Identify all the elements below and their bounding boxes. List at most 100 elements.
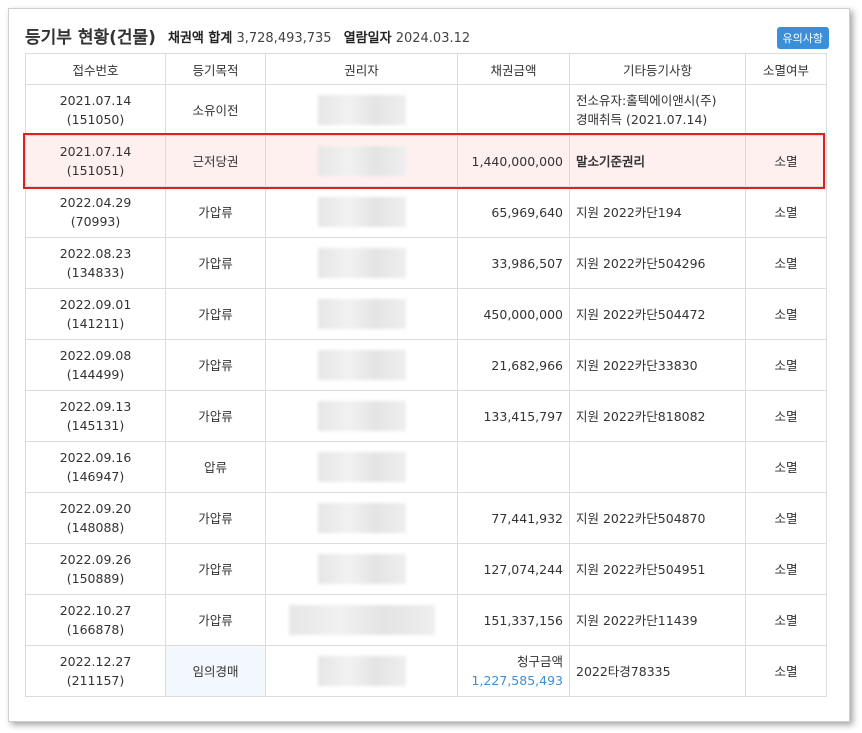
amount-cell: 청구금액 1,227,585,493 [457, 645, 570, 697]
etc-line-1: 전소유자:홀텍에이앤시(주) [576, 93, 717, 108]
date-value: 2024.03.12 [395, 31, 471, 46]
receipt-cell: 2022.10.27 (166878) [25, 594, 166, 646]
amount-cell: 127,074,244 [457, 543, 570, 595]
receipt-number: (134833) [66, 265, 125, 280]
claim-amount-link[interactable]: 1,227,585,493 [472, 673, 563, 688]
receipt-cell: 2022.09.08 (144499) [25, 339, 166, 391]
receipt-date: 2022.09.20 [59, 501, 132, 516]
receipt-date: 2022.09.16 [59, 450, 132, 465]
receipt-number: (145131) [66, 418, 125, 433]
status-cell: 소멸 [745, 339, 827, 391]
notice-button[interactable]: 유의사항 [776, 27, 829, 49]
purpose-cell: 임의경매 [165, 645, 266, 697]
receipt-number: (70993) [70, 214, 121, 229]
table-row: 2022.10.27 (166878) 가압류 151,337,156 지원 20… [25, 594, 827, 646]
table-row: 2021.07.14 (151050) 소유이전 전소유자:홀텍에이앤시(주) 경매… [25, 84, 827, 136]
status-cell: 소멸 [745, 645, 827, 697]
claim-amount-label: 청구금액 [516, 654, 563, 669]
amount-cell: 77,441,932 [457, 492, 570, 544]
status-cell: 소멸 [745, 186, 827, 238]
col-header-status: 소멸여부 [745, 53, 827, 85]
receipt-date: 2022.09.13 [59, 399, 132, 414]
amount-cell: 151,337,156 [457, 594, 570, 646]
redacted-holder [317, 554, 406, 584]
date-label: 열람일자 [343, 31, 392, 46]
receipt-date: 2022.09.26 [59, 552, 132, 567]
table-header-row: 접수번호 등기목적 권리자 채권금액 기타등기사항 소멸여부 [25, 53, 827, 85]
table-row-base-right: 2021.07.14 (151051) 근저당권 1,440,000,000 말소… [25, 135, 827, 187]
etc-cell: 지원 2022카단504870 [569, 492, 746, 544]
receipt-cell: 2022.04.29 (70993) [25, 186, 166, 238]
receipt-number: (166878) [66, 622, 125, 637]
amount-cell: 65,969,640 [457, 186, 570, 238]
redacted-holder [317, 503, 406, 533]
receipt-cell: 2021.07.14 (151050) [25, 84, 166, 136]
receipt-date: 2022.08.23 [59, 246, 132, 261]
etc-line-2: 경매취득 (2021.07.14) [576, 112, 708, 127]
receipt-cell: 2021.07.14 (151051) [25, 135, 166, 187]
registry-table: 접수번호 등기목적 권리자 채권금액 기타등기사항 소멸여부 2021.07.1… [25, 53, 827, 697]
purpose-cell: 가압류 [165, 492, 266, 544]
purpose-cell: 가압류 [165, 288, 266, 340]
card-header: 등기부 현황(건물) 채권액 합계 3,728,493,735 열람일자 202… [25, 23, 835, 51]
receipt-cell: 2022.09.01 (141211) [25, 288, 166, 340]
redacted-holder [317, 95, 406, 125]
receipt-number: (146947) [66, 469, 125, 484]
amount-cell [457, 84, 570, 136]
etc-cell: 전소유자:홀텍에이앤시(주) 경매취득 (2021.07.14) [569, 84, 746, 136]
col-header-amount: 채권금액 [457, 53, 570, 85]
redacted-holder [317, 299, 406, 329]
receipt-date: 2022.10.27 [59, 603, 132, 618]
total-value: 3,728,493,735 [236, 31, 332, 46]
table-row: 2022.09.08 (144499) 가압류 21,682,966 지원 202… [25, 339, 827, 391]
holder-cell [265, 135, 458, 187]
total-label: 채권액 합계 [168, 31, 233, 46]
table-row: 2022.04.29 (70993) 가압류 65,969,640 지원 2022… [25, 186, 827, 238]
table-row: 2022.09.01 (141211) 가압류 450,000,000 지원 20… [25, 288, 827, 340]
receipt-cell: 2022.09.16 (146947) [25, 441, 166, 493]
table-row: 2022.12.27 (211157) 임의경매 청구금액 1,227,585,49… [25, 645, 827, 697]
etc-cell: 2022타경78335 [569, 645, 746, 697]
redacted-holder [288, 605, 435, 635]
redacted-holder [317, 350, 406, 380]
table-row: 2022.09.26 (150889) 가압류 127,074,244 지원 20… [25, 543, 827, 595]
etc-cell: 지원 2022카단194 [569, 186, 746, 238]
redacted-holder [317, 452, 406, 482]
amount-cell: 21,682,966 [457, 339, 570, 391]
redacted-holder [317, 401, 406, 431]
table-row: 2022.08.23 (134833) 가압류 33,986,507 지원 202… [25, 237, 827, 289]
holder-cell [265, 594, 458, 646]
receipt-cell: 2022.09.20 (148088) [25, 492, 166, 544]
receipt-cell: 2022.09.13 (145131) [25, 390, 166, 442]
purpose-cell: 가압류 [165, 543, 266, 595]
status-cell: 소멸 [745, 135, 827, 187]
registry-card: 등기부 현황(건물) 채권액 합계 3,728,493,735 열람일자 202… [8, 8, 850, 722]
receipt-number: (151050) [66, 112, 125, 127]
holder-cell [265, 288, 458, 340]
holder-cell [265, 237, 458, 289]
purpose-cell: 가압류 [165, 237, 266, 289]
receipt-number: (150889) [66, 571, 125, 586]
receipt-number: (151051) [66, 163, 125, 178]
purpose-cell: 가압류 [165, 390, 266, 442]
table-row: 2022.09.13 (145131) 가압류 133,415,797 지원 20… [25, 390, 827, 442]
receipt-date: 2022.09.01 [59, 297, 132, 312]
amount-cell [457, 441, 570, 493]
receipt-number: (148088) [66, 520, 125, 535]
etc-cell: 지원 2022카단818082 [569, 390, 746, 442]
status-cell: 소멸 [745, 237, 827, 289]
amount-cell: 450,000,000 [457, 288, 570, 340]
purpose-cell: 소유이전 [165, 84, 266, 136]
table-row: 2022.09.16 (146947) 압류 소멸 [25, 441, 827, 493]
holder-cell [265, 441, 458, 493]
etc-cell: 지원 2022카단33830 [569, 339, 746, 391]
summary-line: 채권액 합계 3,728,493,735 열람일자 2024.03.12 [168, 27, 470, 46]
receipt-date: 2022.04.29 [59, 195, 132, 210]
receipt-date: 2021.07.14 [59, 144, 132, 159]
holder-cell [265, 186, 458, 238]
purpose-cell: 가압류 [165, 594, 266, 646]
holder-cell [265, 543, 458, 595]
col-header-purpose: 등기목적 [165, 53, 266, 85]
receipt-date: 2022.09.08 [59, 348, 132, 363]
purpose-cell: 근저당권 [165, 135, 266, 187]
